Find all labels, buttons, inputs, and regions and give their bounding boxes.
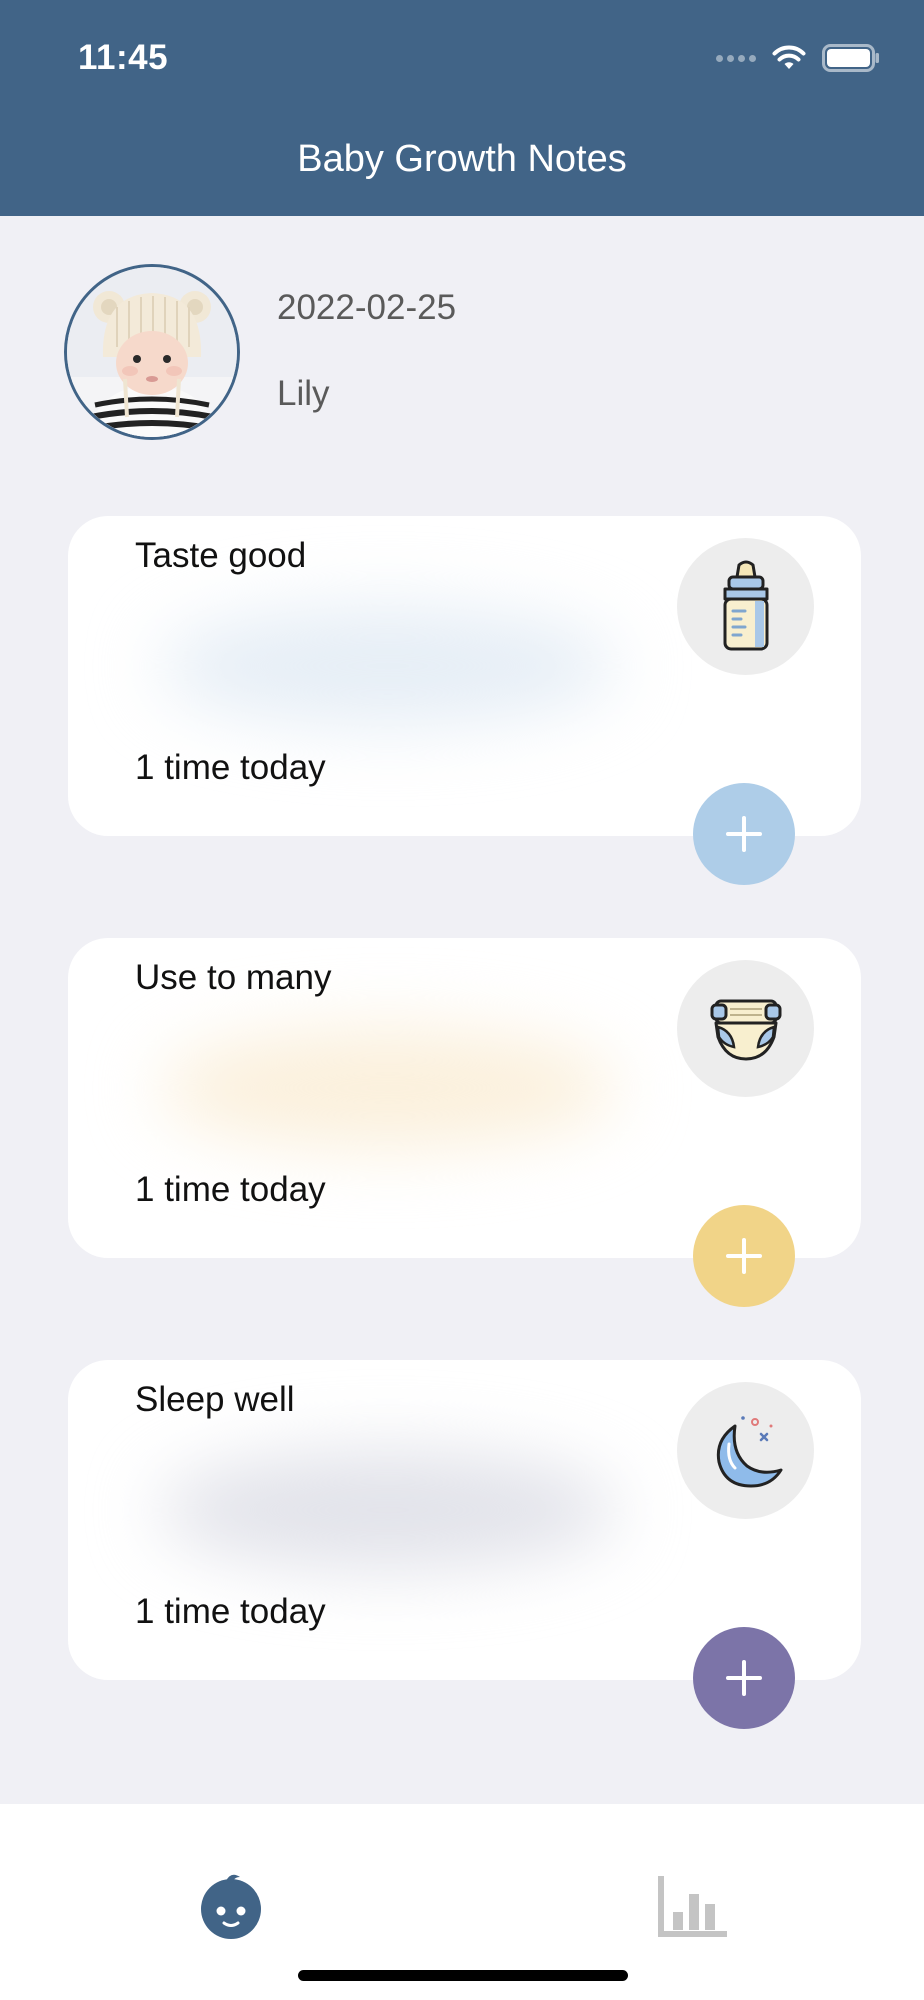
- card-count: 1 time today: [135, 1592, 326, 1631]
- cellular-signal-icon: [716, 54, 756, 62]
- diaper-card[interactable]: Use to many 1 time today: [68, 938, 861, 1307]
- card-title: Use to many: [135, 958, 332, 997]
- battery-icon: [822, 44, 879, 72]
- card-glow: [158, 1028, 618, 1148]
- baby-avatar[interactable]: [64, 264, 240, 440]
- baby-profile: 2022-02-25 Lily: [0, 216, 924, 476]
- feeding-card[interactable]: Taste good 1 time today: [68, 516, 861, 885]
- tab-baby[interactable]: [191, 1866, 271, 1946]
- bar-chart-icon: [658, 1876, 727, 1937]
- plus-icon: [726, 1660, 762, 1696]
- sleep-card[interactable]: Sleep well 1 time today: [68, 1360, 861, 1729]
- card-count: 1 time today: [135, 748, 326, 787]
- baby-name: Lily: [277, 374, 330, 413]
- baby-face-icon: [201, 1874, 261, 1939]
- baby-bottle-icon: [677, 538, 814, 675]
- plus-icon: [726, 1238, 762, 1274]
- app-header: 11:45 Baby Growth Notes: [0, 0, 924, 216]
- page-title: Baby Growth Notes: [297, 138, 627, 180]
- add-diaper-button[interactable]: [693, 1205, 795, 1307]
- card-glow: [158, 606, 618, 726]
- profile-date: 2022-02-25: [277, 288, 457, 327]
- tab-statistics[interactable]: [653, 1866, 733, 1946]
- baby-photo: [67, 267, 237, 437]
- status-time: 11:45: [78, 38, 169, 77]
- card-count: 1 time today: [135, 1170, 326, 1209]
- moon-icon: [677, 1382, 814, 1519]
- home-indicator: [298, 1970, 628, 1981]
- add-sleep-button[interactable]: [693, 1627, 795, 1729]
- status-indicators: [716, 44, 880, 72]
- plus-icon: [726, 816, 762, 852]
- card-title: Sleep well: [135, 1380, 295, 1419]
- wifi-icon: [772, 45, 806, 69]
- card-title: Taste good: [135, 536, 307, 575]
- card-glow: [158, 1450, 618, 1570]
- add-feeding-button[interactable]: [693, 783, 795, 885]
- diaper-icon: [677, 960, 814, 1097]
